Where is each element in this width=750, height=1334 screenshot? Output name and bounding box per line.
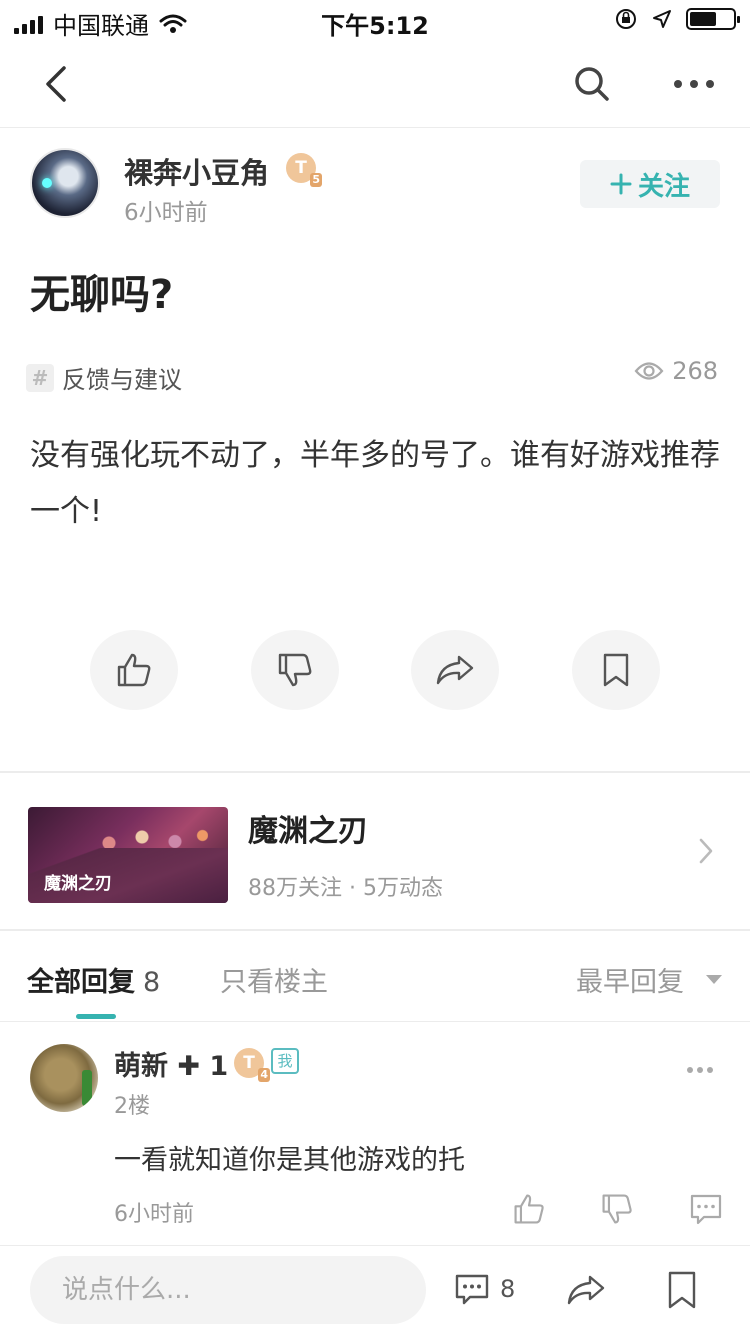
reply-author-name: 萌新 [114,1051,168,1082]
level-badge-number: 5 [310,173,322,187]
reply-time: 6小时前 [114,1202,194,1227]
game-card[interactable]: 魔渊之刃 魔渊之刃 88万关注 · 5万动态 [0,772,750,930]
share-button[interactable] [411,630,499,710]
reply-text: 一看就知道你是其他游戏的托 [114,1145,465,1176]
more-horizontal-icon[interactable] [686,1066,714,1074]
comment-icon [455,1274,489,1305]
reply-author[interactable]: 萌新 ✚ 1 [114,1044,228,1083]
like-icon[interactable] [512,1192,546,1226]
sort-dropdown[interactable]: 最早回复 [576,960,722,999]
post-time: 6小时前 [124,200,208,226]
active-tab-indicator [76,1014,116,1019]
dislike-icon [278,653,312,687]
share-icon [436,655,474,685]
location-icon [653,10,671,28]
game-name: 魔渊之刃 [248,814,368,849]
me-badge: 我 [271,1048,299,1074]
like-button[interactable] [90,630,178,710]
game-thumbnail: 魔渊之刃 [28,807,228,903]
view-count: 268 [634,357,718,385]
search-icon[interactable] [572,64,612,104]
chevron-left-icon[interactable] [38,62,78,106]
orientation-lock-icon [616,9,636,29]
plus-icon [610,173,632,195]
plus-one-label: ✚ 1 [177,1051,229,1082]
tab-all-replies[interactable]: 全部回复 8 [27,960,160,999]
follow-button[interactable]: 关注 [580,160,720,208]
comments-button[interactable]: 8 [454,1272,515,1306]
hashtag-icon: # [26,363,54,392]
caret-down-icon [706,975,722,984]
comment-icon[interactable] [689,1192,723,1226]
status-bar: 中国联通 下午5:12 [0,0,750,40]
reply-tabs: 全部回复 8 只看楼主 最早回复 [0,930,750,1022]
reply-avatar[interactable] [30,1044,98,1112]
reply-item: 萌新 ✚ 1 T4 我 2楼 一看就知道你是其他游戏的托 6小时前 [0,1022,750,1246]
post-actions [0,630,750,712]
bottom-bar: 说点什么... 8 [0,1246,750,1334]
level-badge-letter: T [295,158,307,178]
sort-label: 最早回复 [576,967,684,998]
battery-fill [690,12,717,26]
like-icon [117,653,151,687]
author-avatar[interactable] [30,148,100,218]
bookmark-button[interactable] [572,630,660,710]
view-count-value: 268 [672,357,718,385]
tab-all-label: 全部回复 [27,967,135,998]
battery-icon [686,8,740,30]
topic-tag-label: 反馈与建议 [62,366,182,394]
game-logo: 魔渊之刃 [44,874,112,894]
dislike-icon[interactable] [600,1192,634,1226]
author-name[interactable]: 裸奔小豆角 [124,150,269,192]
level-badge: T5 [286,153,322,187]
level-badge-number: 4 [258,1068,270,1082]
dislike-button[interactable] [251,630,339,710]
tab-op-only[interactable]: 只看楼主 [220,960,328,999]
game-stats: 88万关注 · 5万动态 [248,876,443,901]
reply-count: 8 [143,967,161,998]
topic-tag[interactable]: # 反馈与建议 [26,360,182,395]
post-title: 无聊吗? [30,272,174,318]
chevron-right-icon [699,838,713,864]
post-body: 没有强化玩不动了，半年多的号了。谁有好游戏推荐一个! [30,438,720,529]
comment-input[interactable]: 说点什么... [30,1256,426,1324]
nav-bar [0,40,750,128]
bookmark-icon [603,653,629,687]
comment-count: 8 [500,1275,516,1303]
share-icon[interactable] [566,1272,606,1308]
eye-icon [634,362,664,380]
level-badge-letter: T [243,1053,255,1073]
follow-label: 关注 [637,171,690,202]
level-badge: T4 [234,1048,270,1082]
more-horizontal-icon[interactable] [672,70,716,98]
bookmark-icon[interactable] [666,1270,698,1310]
reply-floor: 2楼 [114,1094,150,1119]
